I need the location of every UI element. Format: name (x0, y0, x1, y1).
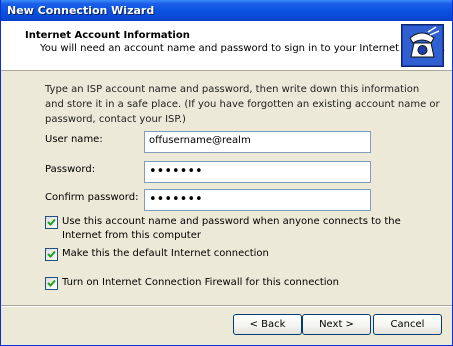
firewall-label[interactable]: Turn on Internet Connection Firewall for… (62, 276, 432, 290)
window-title: New Connection Wizard (7, 4, 155, 17)
next-button[interactable]: Next > (302, 314, 371, 335)
password-field[interactable]: ••••••• (144, 161, 371, 183)
confirm-password-label: Confirm password: (45, 192, 139, 203)
checkmark-icon (47, 279, 56, 287)
checkmark-icon (47, 250, 56, 258)
page-title: Internet Account Information (25, 30, 190, 41)
wizard-phone-icon (401, 24, 444, 67)
wizard-header: Internet Account Information You will ne… (1, 21, 452, 71)
button-separator (1, 305, 452, 307)
password-label: Password: (45, 164, 96, 175)
username-label: User name: (45, 134, 103, 145)
page-subtitle: You will need an account name and passwo… (40, 43, 446, 54)
cancel-button[interactable]: Cancel (373, 314, 442, 335)
confirm-password-field[interactable]: ••••••• (144, 189, 371, 211)
firewall-checkbox[interactable] (45, 277, 58, 290)
default-connection-checkbox[interactable] (45, 248, 58, 261)
back-button[interactable]: < Back (233, 314, 302, 335)
wizard-window: New Connection Wizard Internet Account I… (0, 0, 453, 346)
default-connection-label[interactable]: Make this the default Internet connectio… (62, 247, 432, 261)
title-bar[interactable]: New Connection Wizard (1, 0, 452, 21)
username-field[interactable]: offusername@realm (144, 131, 371, 153)
checkmark-icon (47, 218, 56, 226)
use-for-everyone-label[interactable]: Use this account name and password when … (62, 215, 432, 243)
intro-text: Type an ISP account name and password, t… (45, 84, 440, 125)
use-for-everyone-checkbox[interactable] (45, 216, 58, 229)
